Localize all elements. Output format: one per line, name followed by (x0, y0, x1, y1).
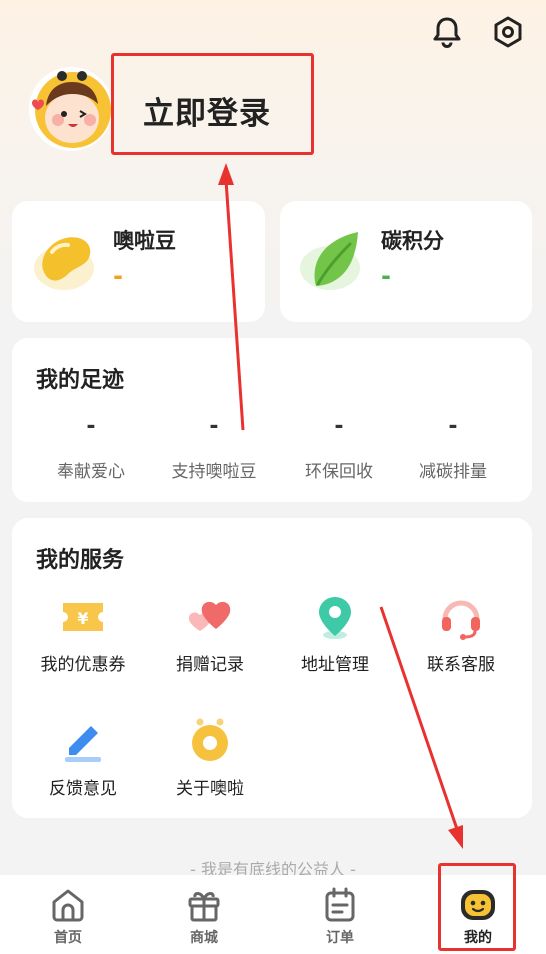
mine-tab-highlight-box (438, 863, 516, 951)
service-coupon[interactable]: 我的优惠券 (23, 650, 143, 675)
order-icon (325, 887, 355, 922)
login-button[interactable]: 立即登录 (143, 88, 271, 133)
avatar[interactable] (28, 66, 114, 152)
home-icon (52, 889, 84, 922)
stat-support-value: - (209, 414, 219, 439)
tab-mall[interactable]: 商城 (136, 875, 272, 954)
service-feedback[interactable]: 反馈意见 (23, 774, 143, 799)
settings-hex-icon[interactable] (490, 14, 526, 50)
service-donations[interactable]: 捐赠记录 (150, 650, 270, 675)
service-about[interactable]: 关于噢啦 (150, 774, 270, 799)
stat-donate-label[interactable]: 奉献爱心 (26, 457, 156, 482)
service-address[interactable]: 地址管理 (275, 650, 395, 675)
carbon-value: - (381, 262, 391, 290)
coupon-icon[interactable]: ¥ (59, 593, 107, 641)
gift-icon (188, 892, 220, 922)
svg-text:¥: ¥ (77, 609, 88, 628)
pen-icon[interactable] (59, 716, 107, 764)
stat-carbon-label[interactable]: 减碳排量 (388, 457, 518, 482)
about-ring-icon[interactable] (186, 716, 234, 764)
hearts-icon[interactable] (186, 593, 234, 641)
stat-donate-value: - (86, 414, 96, 439)
beans-title: 噢啦豆 (113, 229, 176, 253)
service-support[interactable]: 联系客服 (401, 650, 521, 675)
stat-recycle-value: - (334, 414, 344, 439)
beans-value: - (113, 262, 123, 290)
leaf-icon (300, 232, 360, 290)
stat-support-label[interactable]: 支持噢啦豆 (149, 457, 279, 482)
location-pin-icon[interactable] (311, 593, 359, 641)
tab-orders-label: 订单 (326, 930, 354, 946)
tab-orders[interactable]: 订单 (272, 875, 408, 954)
stat-carbon-value: - (448, 414, 458, 439)
tab-home[interactable]: 首页 (0, 875, 136, 954)
headset-icon[interactable] (437, 593, 485, 641)
carbon-title: 碳积分 (381, 229, 444, 253)
services-title: 我的服务 (36, 548, 125, 573)
footprint-title: 我的足迹 (36, 368, 125, 393)
bell-icon[interactable] (429, 14, 465, 50)
tab-home-label: 首页 (54, 930, 82, 946)
bean-icon (34, 237, 94, 290)
stat-recycle-label[interactable]: 环保回收 (274, 457, 404, 482)
tab-mall-label: 商城 (190, 930, 218, 946)
